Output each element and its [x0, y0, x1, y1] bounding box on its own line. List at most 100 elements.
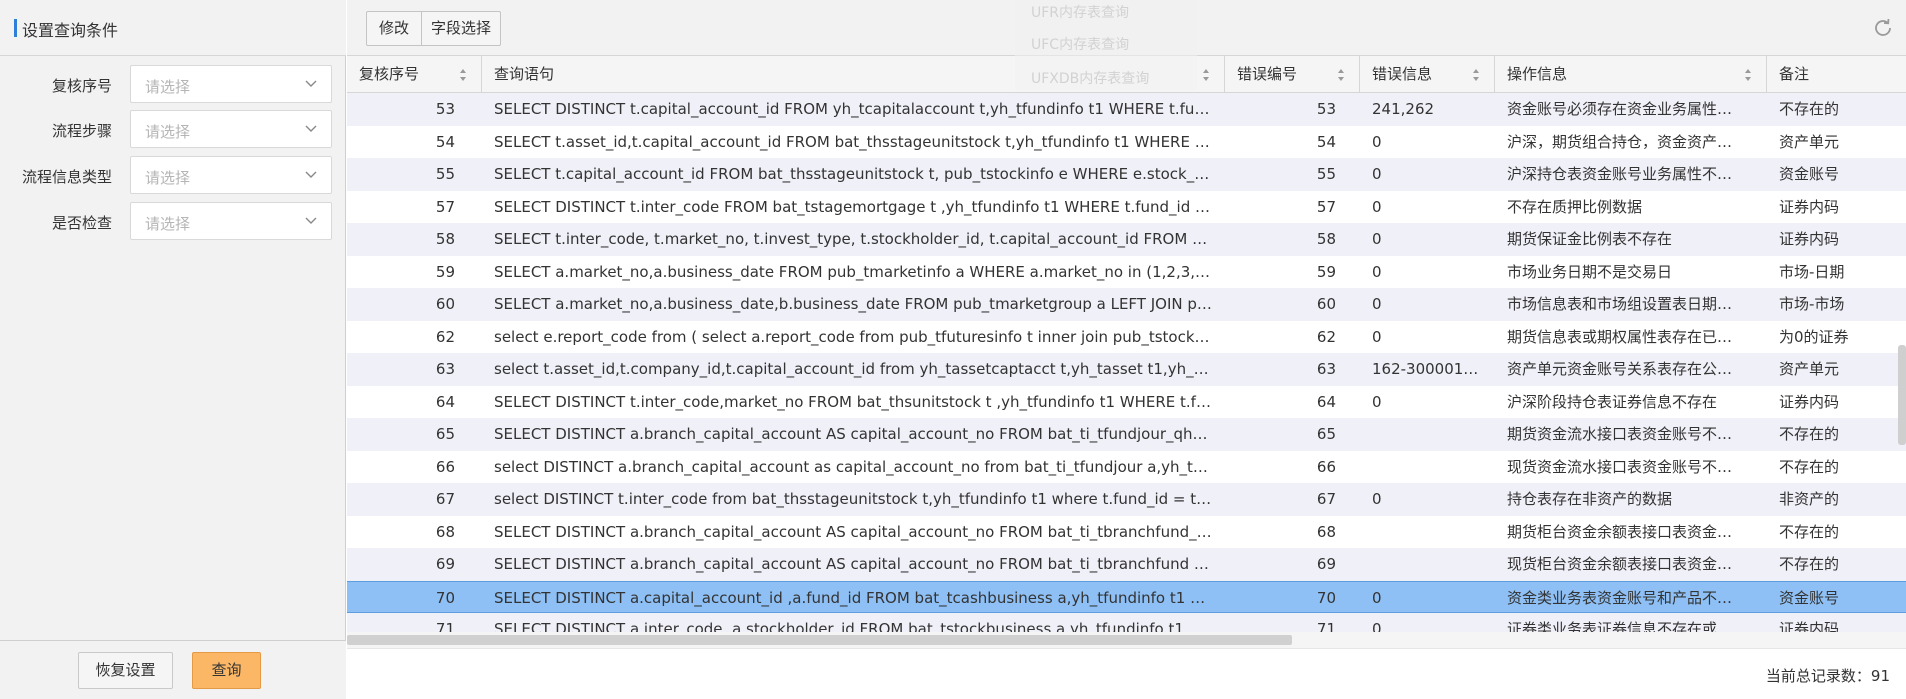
cell-code: 70 — [1316, 588, 1336, 607]
cell-err: 0 — [1372, 230, 1382, 248]
table-row[interactable]: 66 select DISTINCT a.branch_capital_accou… — [347, 450, 1906, 483]
cell-note: 证券内码 — [1779, 392, 1840, 411]
cell-seq: 55 — [435, 165, 455, 183]
cell-seq: 53 — [435, 100, 455, 118]
table-row[interactable]: 60 SELECT a.market_no,a.business_date,b.b… — [347, 288, 1906, 321]
cell-sql: SELECT DISTINCT t.inter_code FROM bat_ts… — [494, 197, 1212, 216]
cell-sql: SELECT DISTINCT t.capital_account_id FRO… — [494, 100, 1212, 118]
cell-seq: 64 — [435, 392, 455, 411]
cell-seq: 70 — [435, 588, 455, 607]
table-row[interactable]: 55 SELECT t.capital_account_id FROM bat_t… — [347, 158, 1906, 191]
header-accent-bar — [14, 19, 17, 37]
sort-icon[interactable] — [1337, 68, 1345, 82]
cell-err: 162-300001… — [1372, 360, 1479, 378]
cell-err: 0 — [1372, 197, 1382, 216]
refresh-icon[interactable] — [1872, 17, 1894, 39]
column-header-operation-info[interactable]: 操作信息 — [1495, 56, 1767, 93]
cell-err — [1360, 548, 1482, 580]
menu-item: UFR内存表查询 — [1031, 5, 1130, 21]
table-row[interactable]: 53 SELECT DISTINCT t.capital_account_id F… — [347, 93, 1906, 126]
cell-err: 0 — [1372, 295, 1382, 313]
sort-icon[interactable] — [1202, 68, 1210, 82]
cell-note: 为0的证券 — [1779, 327, 1849, 346]
cell-sql: SELECT DISTINCT a.branch_capital_account… — [494, 522, 1212, 541]
table-row[interactable]: 70 SELECT DISTINCT a.capital_account_id ,… — [347, 580, 1906, 613]
sort-icon[interactable] — [1472, 68, 1480, 82]
vertical-scrollbar-thumb[interactable] — [1898, 345, 1906, 445]
sort-icon[interactable] — [459, 68, 467, 82]
cell-note: 市场-市场 — [1779, 295, 1845, 313]
table-row[interactable]: 54 SELECT t.asset_id,t.capital_account_id… — [347, 125, 1906, 158]
table-row[interactable]: 69 SELECT DISTINCT a.branch_capital_accou… — [347, 548, 1906, 581]
table-row[interactable]: 57 SELECT DISTINCT t.inter_code FROM bat_… — [347, 190, 1906, 223]
cell-note: 不存在的 — [1779, 457, 1840, 476]
column-header-note[interactable]: 备注 — [1767, 56, 1906, 93]
cell-seq: 69 — [435, 555, 455, 573]
filter-label: 复核序号 — [51, 77, 112, 95]
cell-code: 62 — [1316, 327, 1336, 346]
review-seq-select[interactable]: 请选择 — [130, 65, 332, 103]
cell-code: 65 — [1316, 425, 1336, 443]
table-row[interactable]: 58 SELECT t.inter_code, t.market_no, t.in… — [347, 223, 1906, 256]
table-row[interactable]: 67 select DISTINCT t.inter_code from bat_… — [347, 483, 1906, 516]
query-button[interactable]: 查询 — [192, 652, 261, 689]
cell-info: 期货信息表或期权属性表存在已… — [1507, 327, 1733, 346]
column-label: 备注 — [1779, 65, 1810, 83]
select-placeholder: 请选择 — [145, 169, 191, 187]
reset-button[interactable]: 恢复设置 — [78, 652, 173, 689]
sort-icon[interactable] — [1744, 68, 1752, 82]
cell-note: 不存在的 — [1779, 522, 1840, 541]
chevron-down-icon — [305, 80, 317, 87]
cell-info: 市场信息表和市场组设置表日期… — [1507, 295, 1733, 313]
table-row[interactable]: 71 SELECT DISTINCT a.inter_code, a.stockh… — [347, 613, 1906, 633]
cell-sql: SELECT t.asset_id,t.capital_account_id F… — [494, 132, 1212, 151]
panel-header: 设置查询条件 — [0, 0, 346, 56]
cell-code: 55 — [1316, 165, 1336, 183]
cell-sql: SELECT DISTINCT t.inter_code,market_no F… — [494, 392, 1212, 411]
select-placeholder: 请选择 — [145, 123, 191, 141]
cell-sql: SELECT DISTINCT a.branch_capital_account… — [494, 425, 1212, 443]
process-step-select[interactable]: 请选择 — [130, 110, 332, 148]
menu-item: UFC内存表查询 — [1031, 37, 1130, 53]
cell-note: 不存在的 — [1779, 425, 1840, 443]
total-record-count: 当前总记录数：91 — [1765, 667, 1890, 685]
cell-info: 期货资金流水接口表资金账号不… — [1507, 425, 1733, 443]
cell-err: 0 — [1372, 392, 1382, 411]
table-row[interactable]: 68 SELECT DISTINCT a.branch_capital_accou… — [347, 515, 1906, 548]
cell-info: 持仓表存在非资产的数据 — [1507, 490, 1673, 508]
cell-code: 63 — [1316, 360, 1336, 378]
scrollbar-thumb[interactable] — [347, 635, 1292, 645]
cell-code: 53 — [1316, 100, 1336, 118]
info-type-select[interactable]: 请选择 — [130, 156, 332, 194]
table-row[interactable]: 62 select e.report_code from ( select a.r… — [347, 320, 1906, 353]
cell-code: 68 — [1316, 522, 1336, 541]
filter-label: 是否检查 — [51, 214, 112, 232]
cell-info: 证券类业务表证券信息不存在或… — [1507, 620, 1733, 633]
table-row[interactable]: 59 SELECT a.market_no,a.business_date FRO… — [347, 255, 1906, 288]
horizontal-scrollbar[interactable] — [347, 632, 1906, 648]
table-row[interactable]: 65 SELECT DISTINCT a.branch_capital_accou… — [347, 418, 1906, 451]
table-row[interactable]: 63 select t.asset_id,t.company_id,t.capit… — [347, 353, 1906, 386]
column-header-review-seq[interactable]: 复核序号 — [347, 56, 482, 93]
column-header-error-info[interactable]: 错误信息 — [1360, 56, 1495, 93]
cell-info: 期货柜台资金余额表接口表资金… — [1507, 522, 1733, 541]
column-header-error-code[interactable]: 错误编号 — [1225, 56, 1360, 93]
field-select-button[interactable]: 字段选择 — [421, 11, 501, 46]
filter-row-is-checked: 是否检查 请选择 — [0, 202, 346, 240]
cell-note: 资产单元 — [1779, 360, 1840, 378]
table-body: 53 SELECT DISTINCT t.capital_account_id F… — [347, 93, 1906, 633]
cell-err: 0 — [1372, 262, 1382, 281]
cell-code: 66 — [1316, 457, 1336, 476]
chevron-down-icon — [305, 171, 317, 178]
cell-code: 58 — [1316, 230, 1336, 248]
cell-err: 0 — [1372, 327, 1382, 346]
cell-info: 沪深阶段持仓表证券信息不存在 — [1507, 392, 1718, 411]
cell-info: 资产单元资金账号关系表存在公… — [1507, 360, 1733, 378]
is-checked-select[interactable]: 请选择 — [130, 202, 332, 240]
cell-seq: 63 — [435, 360, 455, 378]
table-row[interactable]: 64 SELECT DISTINCT t.inter_code,market_no… — [347, 385, 1906, 418]
column-label: 复核序号 — [359, 65, 420, 83]
modify-button[interactable]: 修改 — [366, 11, 422, 46]
cell-seq: 58 — [435, 230, 455, 248]
column-label: 错误编号 — [1237, 65, 1298, 83]
